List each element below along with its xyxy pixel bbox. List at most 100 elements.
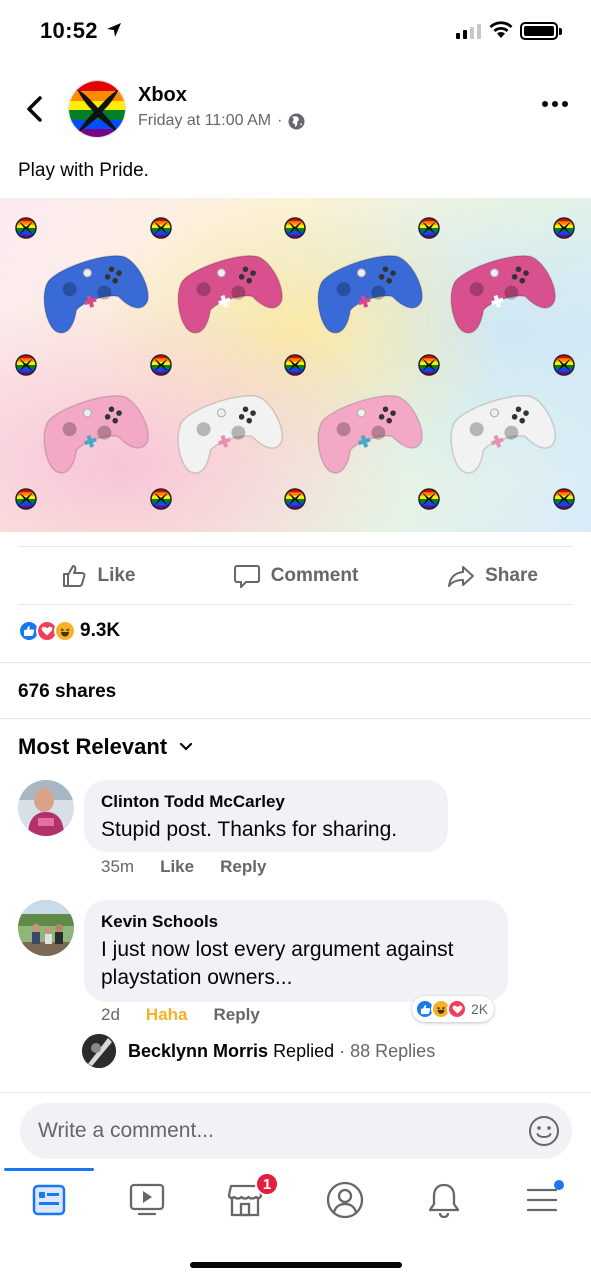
xbox-pride-logo-icon — [15, 354, 37, 376]
post-timestamp[interactable]: Friday at 11:00 AM — [138, 112, 271, 130]
reply-separator: · — [339, 1040, 346, 1061]
comment-like-button[interactable]: Like — [160, 857, 194, 877]
reaction-count: 9.3K — [80, 620, 121, 641]
comment-text: I just now lost every argument against p… — [101, 938, 454, 989]
comment-composer-bar — [0, 1092, 591, 1168]
share-count[interactable]: 676 shares — [18, 681, 116, 703]
tab-profile[interactable] — [315, 1178, 375, 1222]
tab-news-feed[interactable] — [19, 1178, 79, 1222]
location-arrow-icon — [107, 23, 121, 37]
meta-separator: · — [277, 112, 283, 129]
replier-avatar — [82, 1034, 116, 1068]
reply-count: 88 Replies — [350, 1040, 436, 1061]
more-options-icon[interactable] — [542, 94, 572, 114]
controller-image — [450, 255, 556, 334]
comment-time: 2d — [101, 1005, 120, 1024]
status-time: 10:52 — [40, 18, 98, 43]
sort-label: Most Relevant — [18, 734, 168, 759]
xbox-pride-logo-icon — [418, 354, 440, 376]
post-text: Play with Pride. — [18, 160, 149, 181]
xbox-pride-logo-icon — [553, 488, 575, 510]
bell-icon — [428, 1183, 460, 1219]
divider — [18, 546, 573, 547]
commenter-avatar[interactable] — [18, 780, 74, 836]
xbox-pride-logo-icon — [15, 488, 37, 510]
comment-reactions[interactable]: 2K — [412, 996, 495, 1022]
divider — [0, 718, 591, 719]
post-image[interactable] — [0, 198, 591, 532]
page-avatar[interactable] — [68, 80, 126, 138]
reply-preview[interactable]: Becklynn Morris Replied · 88 Replies — [82, 1034, 435, 1068]
tab-marketplace[interactable]: 1 — [215, 1172, 279, 1222]
comment-composer — [20, 1103, 572, 1159]
back-chevron-icon[interactable] — [22, 94, 48, 124]
comment-reaction-count: 2K — [471, 1001, 489, 1017]
post-actions: Like Comment Share — [0, 548, 591, 604]
comment-reply-button[interactable]: Reply — [214, 1005, 260, 1025]
xbox-pride-logo-icon — [553, 217, 575, 239]
page-name[interactable]: Xbox — [138, 84, 187, 107]
share-label: Share — [485, 565, 538, 586]
xbox-pride-logo-icon — [284, 488, 306, 510]
globe-icon — [288, 113, 305, 129]
like-button[interactable]: Like — [0, 548, 197, 604]
xbox-pride-logo-icon — [553, 354, 575, 376]
share-button[interactable]: Share — [394, 548, 591, 604]
commenter-avatar[interactable] — [18, 900, 74, 956]
controller-image — [43, 395, 149, 474]
post-header: Xbox Friday at 11:00 AM · — [0, 72, 591, 146]
news-feed-icon — [32, 1184, 66, 1216]
comment-bubble[interactable]: Clinton Todd McCarley Stupid post. Thank… — [84, 780, 448, 852]
comment-reply-button[interactable]: Reply — [220, 857, 266, 877]
replied-label: Replied — [273, 1040, 335, 1061]
comment-label: Comment — [270, 565, 359, 586]
xbox-pride-logo-icon — [284, 217, 306, 239]
cellular-signal-icon — [456, 24, 481, 39]
comment-icon — [233, 565, 260, 588]
comment-meta: 35m Like Reply — [101, 857, 292, 877]
divider — [0, 662, 591, 663]
comment-bubble[interactable]: Kevin Schools I just now lost every argu… — [84, 900, 508, 1002]
hamburger-menu-icon — [526, 1188, 558, 1212]
xbox-pride-logo-icon — [418, 217, 440, 239]
haha-reaction-icon — [54, 620, 76, 642]
chevron-down-icon — [180, 742, 193, 751]
tab-notifications[interactable] — [414, 1178, 474, 1222]
tab-menu[interactable] — [512, 1178, 572, 1222]
controller-image — [177, 395, 283, 474]
share-arrow-icon — [448, 566, 475, 587]
xbox-pride-logo-icon — [418, 488, 440, 510]
comment-haha-button[interactable]: Haha — [146, 1005, 188, 1025]
xbox-pride-logo-icon — [15, 217, 37, 239]
controller-image — [450, 395, 556, 474]
wifi-icon — [489, 21, 513, 38]
comment-author[interactable]: Kevin Schools — [101, 912, 491, 932]
controller-image — [43, 255, 149, 334]
controller-image — [317, 395, 423, 474]
tab-watch[interactable] — [117, 1178, 177, 1222]
active-tab-indicator — [4, 1168, 94, 1171]
comment-button[interactable]: Comment — [197, 548, 394, 604]
xbox-pride-logo-icon — [284, 354, 306, 376]
marketplace-badge: 1 — [255, 1172, 279, 1196]
comment-input[interactable] — [38, 1103, 518, 1159]
replier-name: Becklynn Morris — [128, 1040, 269, 1061]
reaction-summary[interactable]: 9.3K — [18, 620, 120, 642]
status-bar: 10:52 — [0, 0, 591, 64]
post-meta: Friday at 11:00 AM · — [138, 112, 305, 130]
like-label: Like — [97, 565, 136, 586]
battery-icon — [520, 22, 562, 40]
comment-time: 35m — [101, 857, 135, 876]
watch-video-icon — [129, 1183, 165, 1216]
xbox-pride-logo-icon — [150, 354, 172, 376]
xbox-pride-logo-icon — [150, 488, 172, 510]
comment-author[interactable]: Clinton Todd McCarley — [101, 792, 431, 812]
comment-sort-dropdown[interactable]: Most Relevant — [18, 734, 193, 760]
home-indicator[interactable] — [190, 1262, 402, 1268]
comment-text: Stupid post. Thanks for sharing. — [101, 818, 398, 841]
emoji-icon[interactable] — [528, 1115, 560, 1147]
controller-image — [317, 255, 423, 334]
divider — [18, 604, 573, 605]
comment-meta: 2d Haha Reply — [101, 1005, 286, 1025]
menu-notification-dot — [554, 1180, 564, 1190]
